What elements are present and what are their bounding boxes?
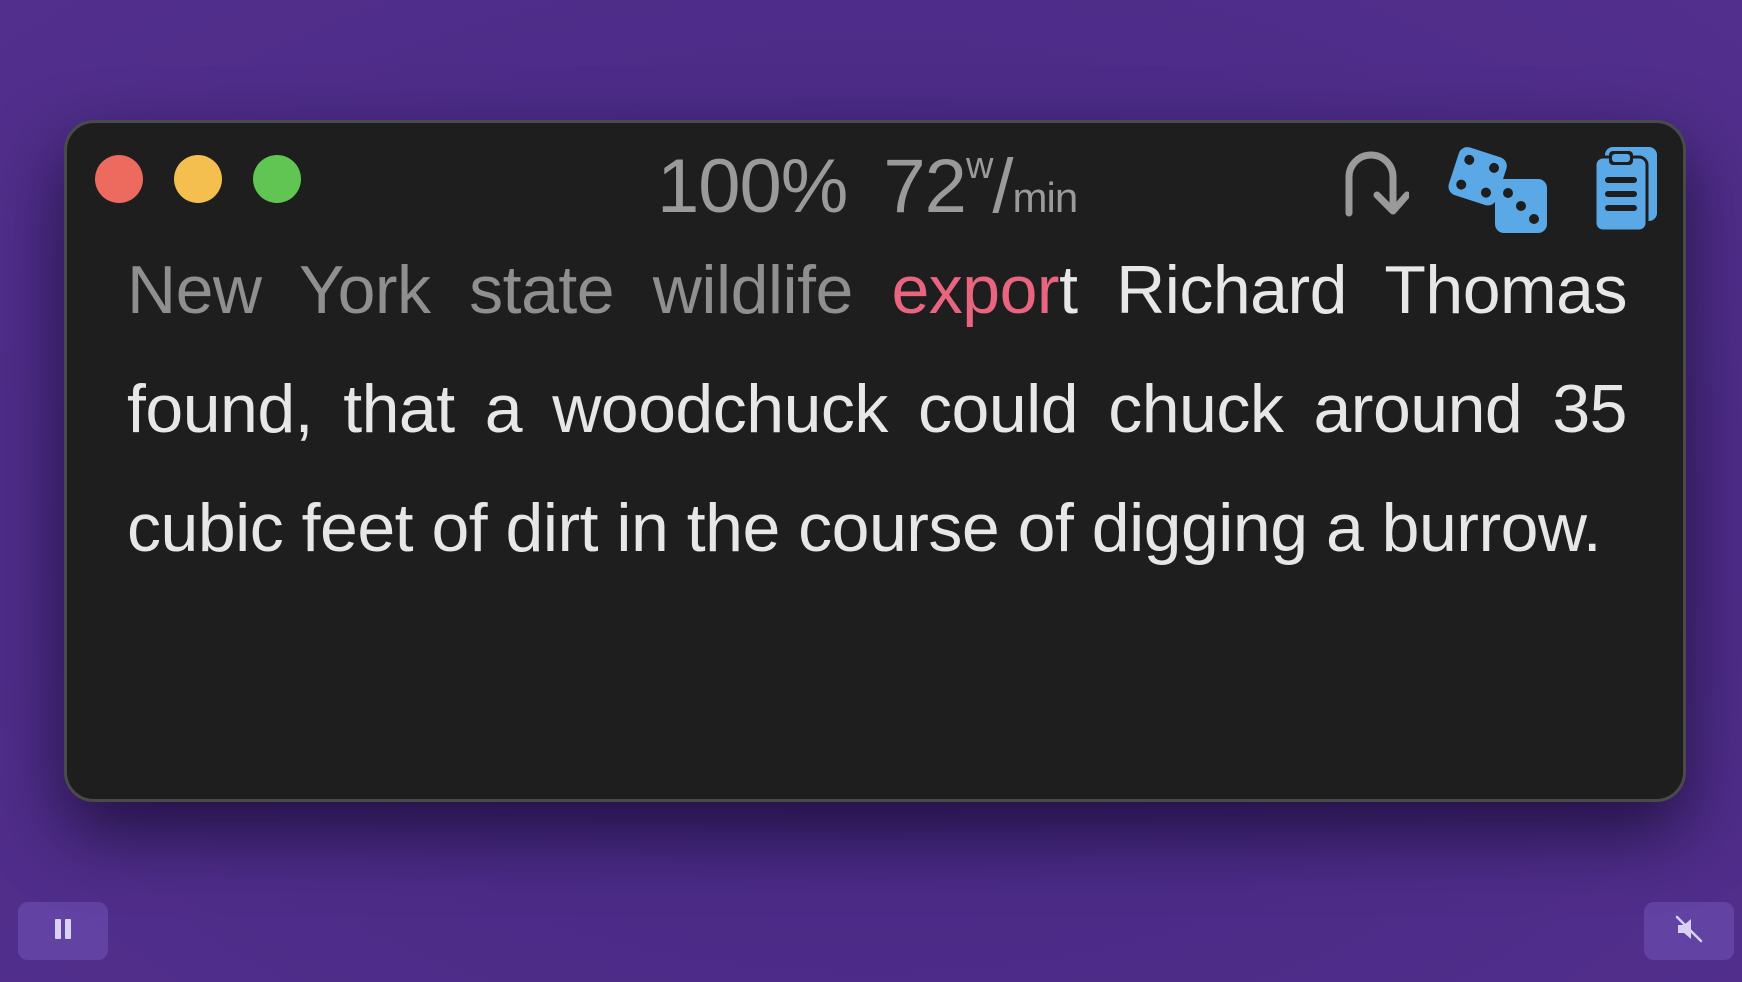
redo-arrow-icon[interactable] — [1337, 143, 1411, 228]
zoom-window-button[interactable] — [253, 155, 301, 203]
typing-stats: 100% 72w/min — [657, 143, 1079, 230]
current-word-typed: expor — [891, 252, 1060, 328]
speaker-muted-icon — [1674, 914, 1704, 949]
speed-unit-words: w — [965, 145, 993, 187]
speed-unit-min: min — [1012, 174, 1079, 221]
typed-text: New York state wildlife — [127, 252, 892, 328]
mute-button[interactable] — [1644, 902, 1734, 960]
typing-window: 100% 72w/min New York state wildlife exp… — [64, 120, 1686, 802]
typing-passage[interactable]: New York state wildlife export Richard T… — [127, 231, 1628, 588]
minimize-window-button[interactable] — [174, 155, 222, 203]
pause-icon — [52, 917, 74, 946]
accuracy-value: 100% — [657, 144, 848, 229]
dice-icon[interactable] — [1445, 143, 1555, 244]
pause-button[interactable] — [18, 902, 108, 960]
speed-unit-slash: / — [992, 144, 1013, 229]
close-window-button[interactable] — [95, 155, 143, 203]
clipboard-icon[interactable] — [1591, 143, 1663, 238]
speed-value: 72 — [883, 144, 967, 229]
